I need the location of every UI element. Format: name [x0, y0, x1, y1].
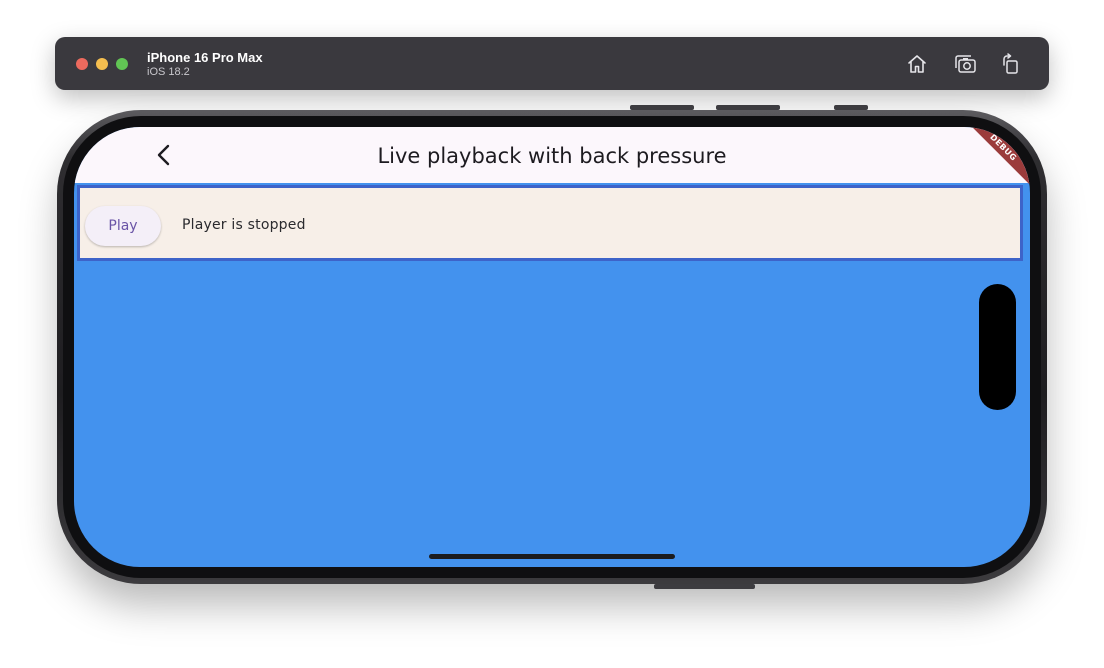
play-button[interactable]: Play	[85, 206, 161, 246]
dynamic-island	[979, 284, 1016, 410]
close-window-button[interactable]	[76, 58, 88, 70]
minimize-window-button[interactable]	[96, 58, 108, 70]
home-button[interactable]	[905, 52, 929, 76]
action-button	[834, 105, 868, 110]
device-name: iPhone 16 Pro Max	[147, 50, 263, 65]
home-indicator[interactable]	[429, 554, 675, 559]
maximize-window-button[interactable]	[116, 58, 128, 70]
volume-up-button	[630, 105, 694, 110]
rotate-button[interactable]	[999, 52, 1023, 76]
page-title: Live playback with back pressure	[377, 144, 727, 168]
screenshot-icon	[955, 55, 976, 73]
app-bar: Live playback with back pressure DEBUG	[74, 127, 1030, 192]
player-controls: Play Player is stopped	[77, 185, 1023, 261]
home-icon	[908, 55, 926, 73]
screenshot-button[interactable]	[954, 52, 978, 76]
power-button	[654, 584, 755, 589]
player-status: Player is stopped	[182, 217, 306, 233]
device-screen: Live playback with back pressure DEBUG P…	[74, 127, 1030, 567]
simulator-window: iPhone 16 Pro Max iOS 18.2 Live playback…	[0, 0, 1104, 668]
volume-down-button	[716, 105, 780, 110]
os-version: iOS 18.2	[147, 66, 190, 78]
simulator-toolbar: iPhone 16 Pro Max iOS 18.2	[55, 37, 1049, 90]
rotate-icon	[1003, 53, 1018, 74]
